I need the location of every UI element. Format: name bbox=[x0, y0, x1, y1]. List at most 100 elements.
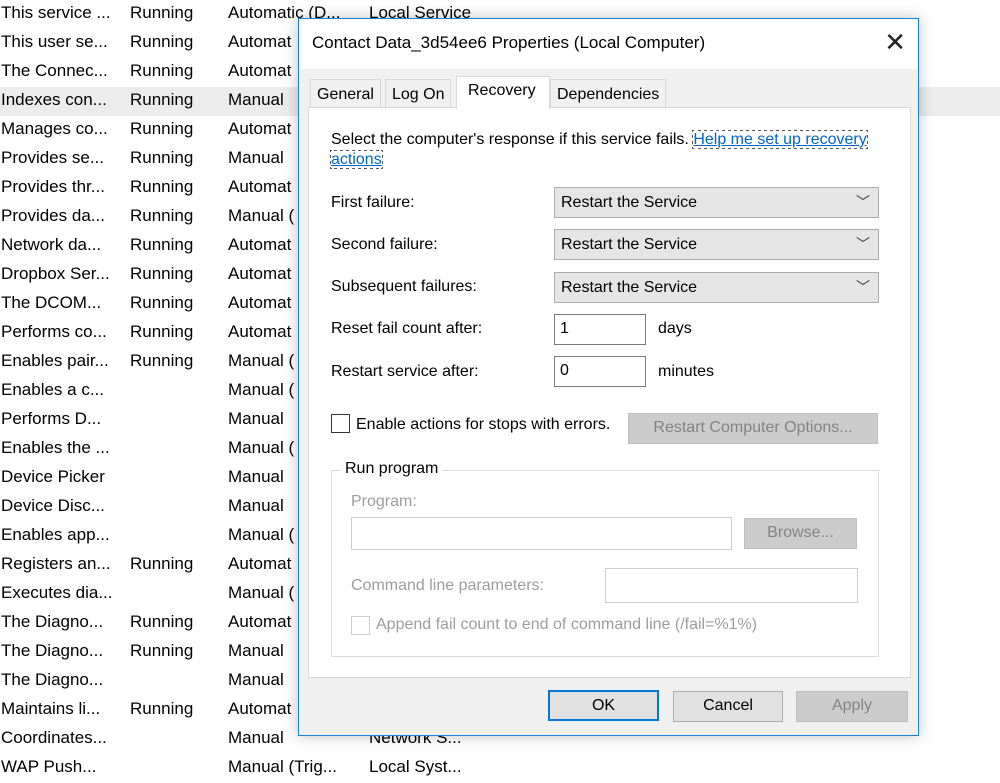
cancel-button[interactable]: Cancel bbox=[673, 691, 783, 722]
service-description: Maintains li... bbox=[1, 699, 101, 718]
service-description: Coordinates... bbox=[1, 728, 107, 747]
title-bar: Contact Data_3d54ee6 Properties (Local C… bbox=[299, 19, 918, 69]
service-description: Executes dia... bbox=[1, 583, 113, 602]
service-description: Provides da... bbox=[1, 206, 105, 225]
first-failure-value: Restart the Service bbox=[561, 194, 698, 211]
service-description: The Connec... bbox=[1, 61, 108, 80]
service-description: The Diagno... bbox=[1, 641, 104, 660]
first-failure-select[interactable]: Restart the Service ﹀ bbox=[554, 187, 879, 218]
service-startup: Manual bbox=[228, 641, 284, 660]
service-description: Dropbox Ser... bbox=[1, 264, 110, 283]
service-startup: Manual ( bbox=[228, 583, 295, 602]
run-program-label: Run program bbox=[341, 460, 443, 478]
second-failure-value: Restart the Service bbox=[561, 236, 698, 253]
service-status: Running bbox=[130, 351, 194, 370]
service-status: Running bbox=[130, 264, 194, 283]
restart-service-label: Restart service after: bbox=[331, 363, 479, 380]
service-startup: Automat bbox=[228, 293, 292, 312]
service-startup: Automat bbox=[228, 554, 292, 573]
command-line-label: Command line parameters: bbox=[351, 577, 544, 594]
service-status: Running bbox=[130, 32, 194, 51]
restart-unit: minutes bbox=[658, 363, 715, 380]
service-startup: Automat bbox=[228, 32, 292, 51]
service-startup: Automat bbox=[228, 235, 292, 254]
service-startup: Manual bbox=[228, 496, 284, 515]
chevron-down-icon: ﹀ bbox=[856, 279, 870, 295]
service-startup: Manual ( bbox=[228, 380, 295, 399]
ok-button[interactable]: OK bbox=[548, 690, 659, 721]
service-description: Enables pair... bbox=[1, 351, 109, 370]
subsequent-failures-select[interactable]: Restart the Service ﹀ bbox=[554, 272, 879, 303]
service-logon: Local Syst... bbox=[369, 757, 462, 776]
enable-actions-checkbox[interactable] bbox=[331, 414, 350, 433]
service-startup: Manual bbox=[228, 728, 284, 747]
service-description: Enables the ... bbox=[1, 438, 110, 457]
service-description: This user se... bbox=[1, 32, 108, 51]
intro-text: Select the computer's response if this s… bbox=[331, 131, 689, 148]
browse-button[interactable]: Browse... bbox=[744, 518, 857, 549]
service-description: The Diagno... bbox=[1, 612, 104, 631]
reset-fail-count-label: Reset fail count after: bbox=[331, 320, 483, 337]
service-description: Device Picker bbox=[1, 467, 105, 486]
service-status: Running bbox=[130, 61, 194, 80]
apply-button[interactable]: Apply bbox=[796, 691, 908, 722]
service-description: Device Disc... bbox=[1, 496, 105, 515]
service-description: Manages co... bbox=[1, 119, 108, 138]
service-status: Running bbox=[130, 641, 194, 660]
program-label: Program: bbox=[351, 493, 417, 510]
tab-log-on[interactable]: Log On bbox=[385, 79, 452, 108]
second-failure-select[interactable]: Restart the Service ﹀ bbox=[554, 229, 879, 260]
tab-dependencies[interactable]: Dependencies bbox=[550, 79, 667, 108]
restart-computer-options-button[interactable]: Restart Computer Options... bbox=[628, 413, 878, 444]
enable-actions-label: Enable actions for stops with errors. bbox=[356, 416, 611, 433]
service-description: This service ... bbox=[1, 3, 111, 22]
service-status: Running bbox=[130, 293, 194, 312]
service-description: Enables app... bbox=[1, 525, 110, 544]
tab-general[interactable]: General bbox=[310, 79, 381, 108]
service-description: Provides thr... bbox=[1, 177, 105, 196]
tab-recovery[interactable]: Recovery bbox=[456, 76, 550, 109]
service-description: Performs D... bbox=[1, 409, 102, 428]
restart-service-input[interactable]: 0 bbox=[554, 356, 646, 387]
recovery-panel: Select the computer's response if this s… bbox=[308, 107, 911, 678]
service-status: Running bbox=[130, 554, 194, 573]
service-startup: Automat bbox=[228, 612, 292, 631]
service-description: Indexes con... bbox=[1, 90, 107, 109]
command-line-input[interactable] bbox=[605, 568, 858, 603]
service-startup: Manual bbox=[228, 148, 284, 167]
service-status: Running bbox=[130, 3, 194, 22]
service-description: Performs co... bbox=[1, 322, 107, 341]
properties-dialog: Contact Data_3d54ee6 Properties (Local C… bbox=[298, 18, 919, 736]
service-status: Running bbox=[130, 119, 194, 138]
service-startup: Automat bbox=[228, 322, 292, 341]
service-startup: Manual ( bbox=[228, 206, 295, 225]
service-startup: Automat bbox=[228, 264, 292, 283]
service-status: Running bbox=[130, 612, 194, 631]
service-description: Network da... bbox=[1, 235, 102, 254]
service-description: Enables a c... bbox=[1, 380, 105, 399]
service-status: Running bbox=[130, 699, 194, 718]
service-row[interactable]: WAP Push... Manual (Trig... Local Syst... bbox=[0, 754, 1000, 783]
service-description: The DCOM... bbox=[1, 293, 102, 312]
service-startup: Automat bbox=[228, 177, 292, 196]
service-startup: Manual ( bbox=[228, 438, 295, 457]
append-fail-count-label: Append fail count to end of command line… bbox=[376, 616, 758, 633]
intro: Select the computer's response if this s… bbox=[330, 130, 881, 170]
service-description: Registers an... bbox=[1, 554, 111, 573]
service-description: WAP Push... bbox=[1, 757, 97, 776]
first-failure-label: First failure: bbox=[331, 194, 415, 211]
service-startup: Manual bbox=[228, 670, 284, 689]
program-input[interactable] bbox=[351, 517, 732, 550]
service-startup: Manual ( bbox=[228, 525, 295, 544]
service-status: Running bbox=[130, 322, 194, 341]
subsequent-failures-value: Restart the Service bbox=[561, 279, 698, 296]
close-icon[interactable]: ✕ bbox=[884, 27, 906, 58]
append-fail-count-checkbox[interactable] bbox=[351, 616, 370, 635]
reset-fail-count-input[interactable]: 1 bbox=[554, 314, 646, 345]
service-startup: Automat bbox=[228, 61, 292, 80]
reset-unit: days bbox=[658, 320, 692, 337]
subsequent-failures-label: Subsequent failures: bbox=[331, 278, 477, 295]
dialog-title: Contact Data_3d54ee6 Properties (Local C… bbox=[312, 33, 706, 52]
service-startup: Manual ( bbox=[228, 351, 295, 370]
service-startup: Automat bbox=[228, 699, 292, 718]
